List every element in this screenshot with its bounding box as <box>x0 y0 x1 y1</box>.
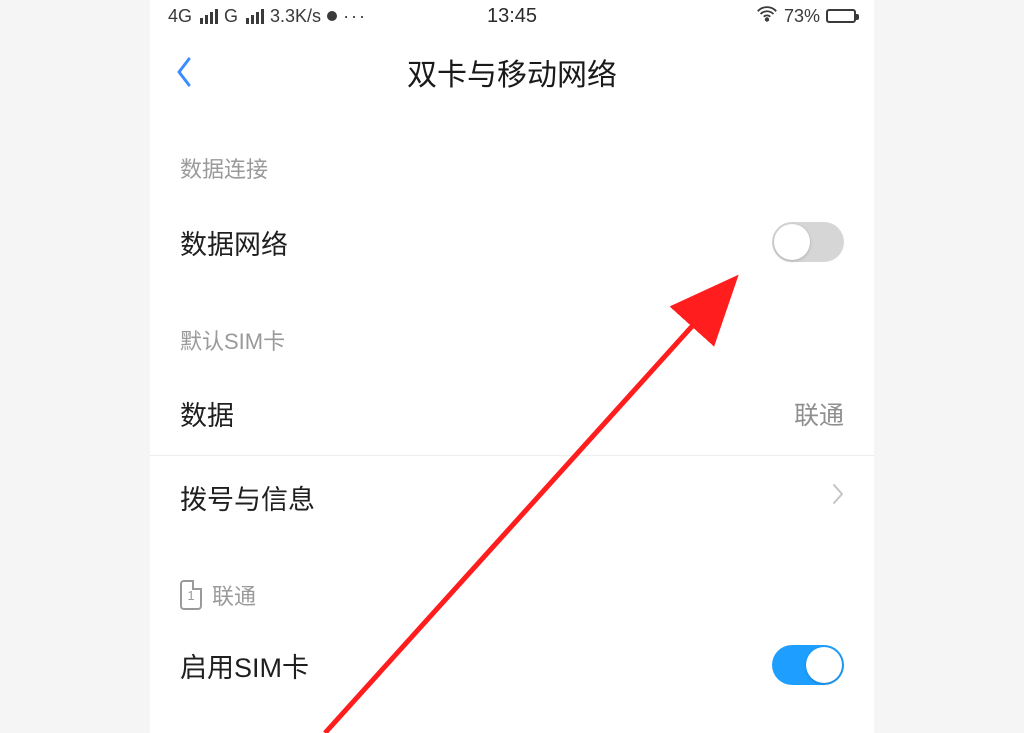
settings-screen: 4G G 3.3K/s ··· 13:45 73% <box>150 0 874 733</box>
section-header-default-sim: 默认SIM卡 <box>150 284 874 372</box>
network-speed: 3.3K/s <box>270 6 321 27</box>
network-type-1: 4G <box>168 6 192 27</box>
sim-slot-number: 1 <box>187 588 194 603</box>
toggle-enable-sim[interactable] <box>772 645 844 685</box>
sim-carrier-name: 联通 <box>212 579 256 611</box>
row-value: 联通 <box>794 396 844 432</box>
section-header-data-connection: 数据连接 <box>150 112 874 200</box>
back-button[interactable] <box>174 55 194 89</box>
battery-percent: 73% <box>784 6 820 27</box>
row-enable-sim[interactable]: 启用SIM卡 <box>150 623 874 707</box>
toggle-data-network[interactable] <box>772 222 844 262</box>
sim-slot-header: 1 联通 <box>150 539 874 623</box>
row-data-network[interactable]: 数据网络 <box>150 200 874 284</box>
status-time: 13:45 <box>487 5 537 28</box>
sim-card-icon: 1 <box>180 580 202 610</box>
row-data-sim[interactable]: 数据 联通 <box>150 372 874 455</box>
row-label: 数据 <box>180 394 234 433</box>
nav-header: 双卡与移动网络 <box>150 32 874 112</box>
more-icon: ··· <box>343 6 367 27</box>
status-left: 4G G 3.3K/s ··· <box>168 6 367 27</box>
status-right: 73% <box>756 3 856 30</box>
page-title: 双卡与移动网络 <box>407 50 617 94</box>
signal-bars-icon-2 <box>246 9 264 24</box>
row-label: 拨号与信息 <box>180 478 315 517</box>
status-bar: 4G G 3.3K/s ··· 13:45 73% <box>150 0 874 32</box>
wifi-icon <box>756 3 778 30</box>
row-dial-sms[interactable]: 拨号与信息 <box>150 455 874 539</box>
chevron-right-icon <box>832 483 844 512</box>
network-type-2: G <box>224 6 238 27</box>
content: 数据连接 数据网络 默认SIM卡 数据 联通 拨号与信息 <box>150 112 874 707</box>
row-label: 启用SIM卡 <box>180 646 309 685</box>
status-dot-icon <box>327 11 337 21</box>
battery-icon <box>826 9 856 23</box>
signal-bars-icon-1 <box>200 9 218 24</box>
row-label: 数据网络 <box>180 223 288 262</box>
